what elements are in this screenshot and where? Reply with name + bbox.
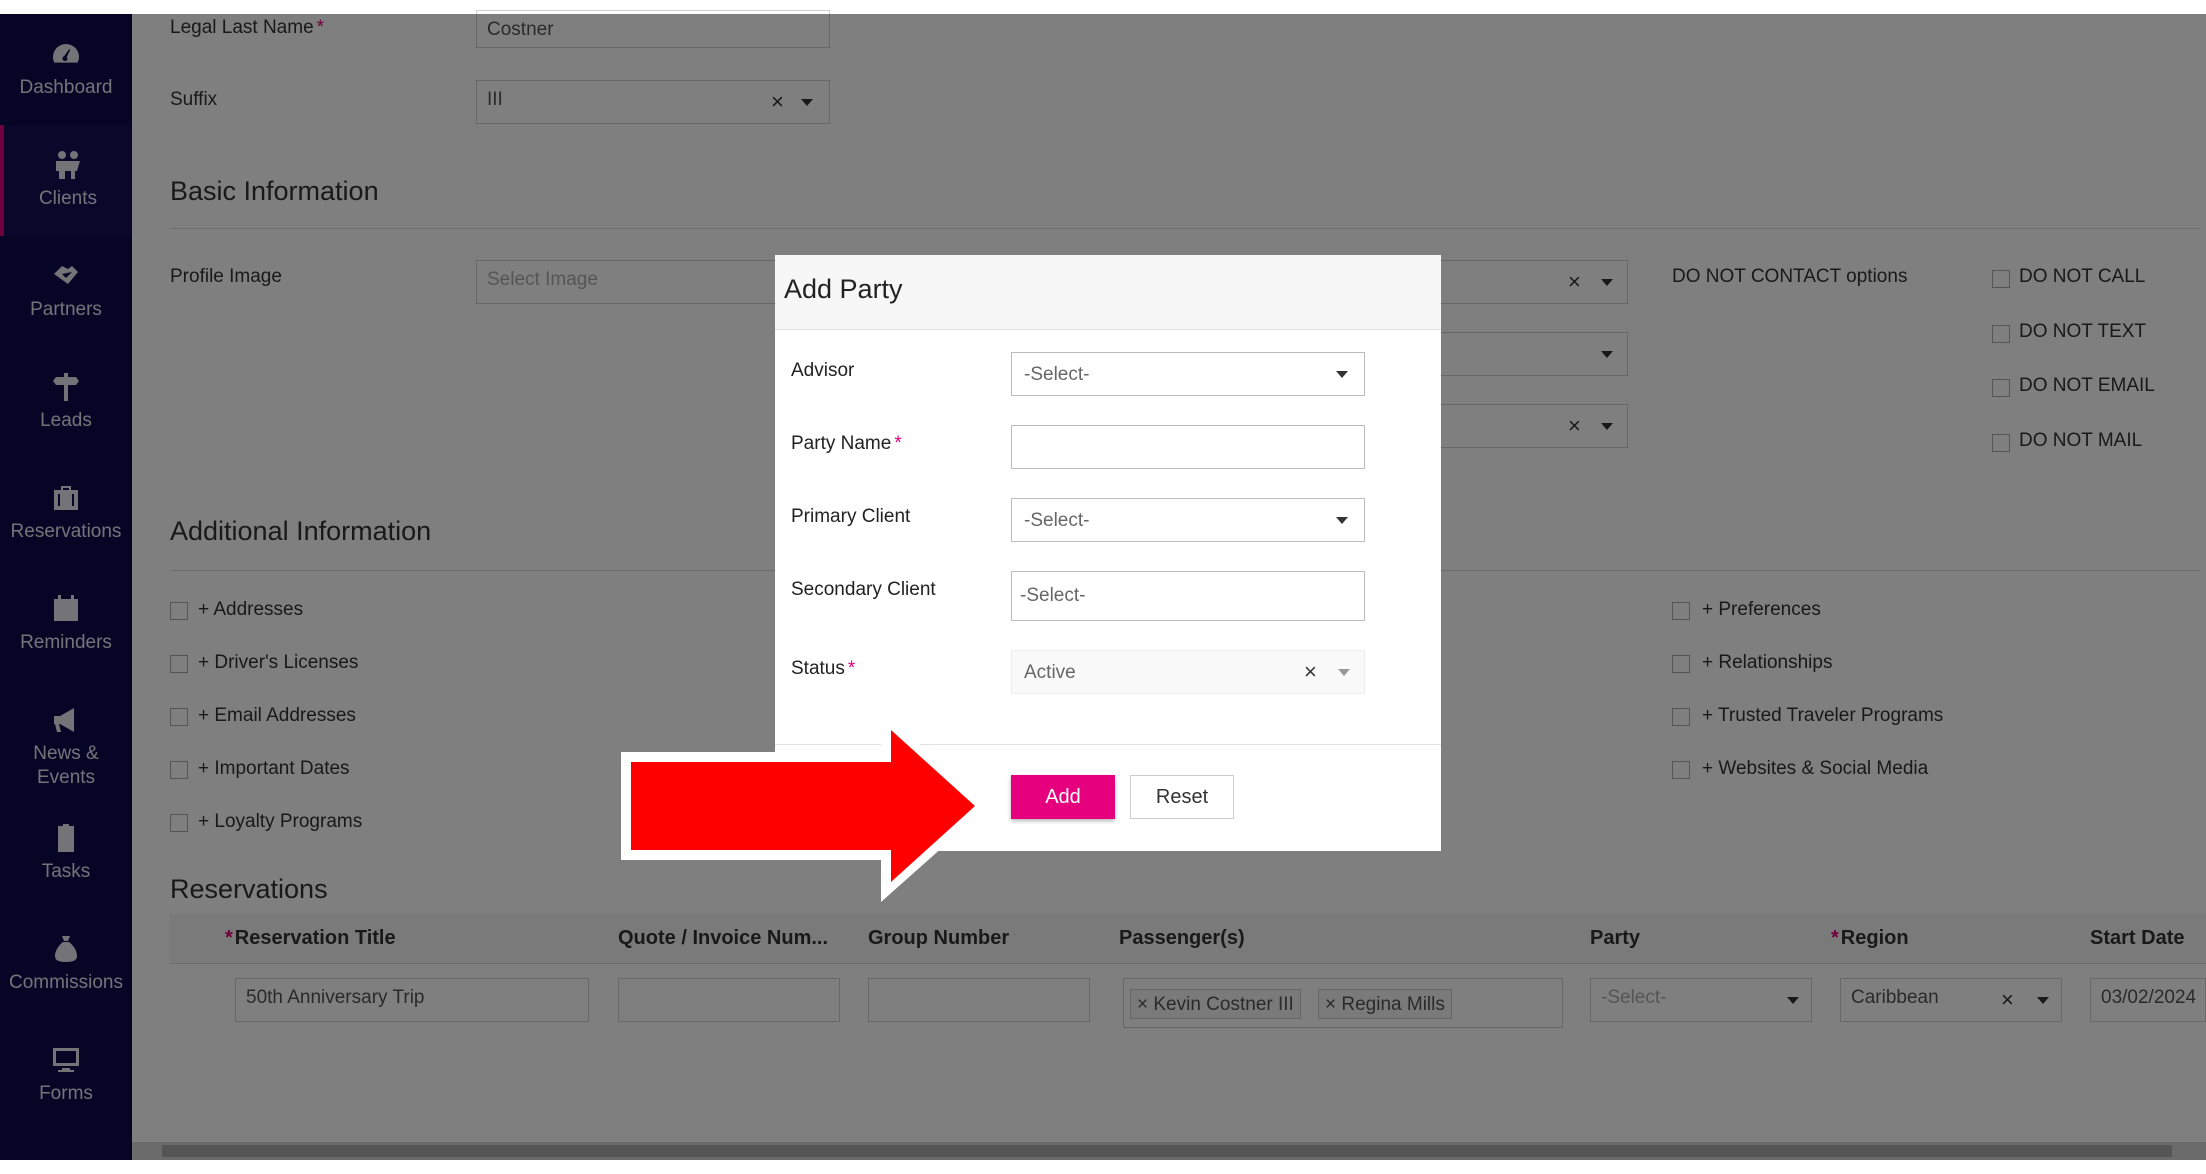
secondary-client-label: Secondary Client	[791, 579, 936, 600]
primary-client-value: -Select-	[1024, 510, 1090, 531]
advisor-select[interactable]: -Select-	[1011, 352, 1365, 396]
horizontal-scrollbar[interactable]	[132, 1142, 2206, 1160]
primary-client-select[interactable]: -Select-	[1011, 498, 1365, 542]
modal-header: Add Party	[775, 255, 1441, 330]
party-name-label: Party Name *	[791, 433, 902, 455]
status-value: Active	[1024, 662, 1076, 683]
chevron-down-icon[interactable]	[1338, 669, 1350, 676]
required-mark: *	[894, 433, 902, 454]
secondary-client-value: -Select-	[1020, 585, 1086, 606]
advisor-label: Advisor	[791, 360, 855, 381]
reset-button[interactable]: Reset	[1130, 775, 1234, 819]
chevron-down-icon[interactable]	[1336, 371, 1348, 378]
required-mark: *	[847, 658, 856, 679]
clear-icon[interactable]: ×	[1304, 659, 1317, 685]
status-label: Status *	[791, 658, 855, 680]
scrollbar-thumb[interactable]	[162, 1145, 2172, 1157]
add-button[interactable]: Add	[1011, 775, 1115, 819]
top-strip	[0, 0, 2206, 14]
status-label-text: Status	[791, 658, 845, 679]
party-name-input[interactable]	[1011, 425, 1365, 469]
primary-client-label: Primary Client	[791, 506, 911, 527]
party-name-label-text: Party Name	[791, 433, 892, 454]
annotation-arrow-icon	[621, 710, 989, 902]
status-select[interactable]: Active ×	[1011, 650, 1365, 694]
advisor-value: -Select-	[1024, 364, 1090, 385]
bottom-strip	[0, 1160, 2206, 1174]
chevron-down-icon[interactable]	[1336, 517, 1348, 524]
secondary-client-input[interactable]: -Select-	[1011, 571, 1365, 621]
modal-title: Add Party	[784, 274, 903, 304]
